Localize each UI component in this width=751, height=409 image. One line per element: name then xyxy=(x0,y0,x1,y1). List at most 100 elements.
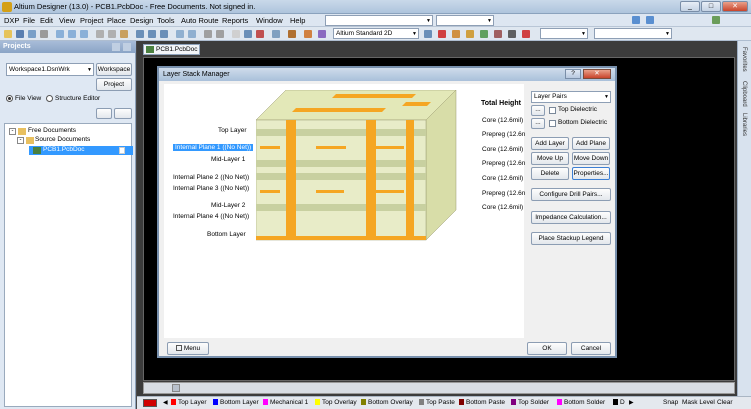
panel-menu-button[interactable] xyxy=(114,108,132,119)
minimize-button[interactable]: _ xyxy=(680,1,700,12)
layer-icon[interactable] xyxy=(424,30,432,38)
layer-label[interactable]: Internal Plane 2 ((No Net)) xyxy=(173,174,249,181)
layer-label[interactable]: Mid-Layer 2 xyxy=(211,202,245,209)
nav-back-icon[interactable] xyxy=(632,16,640,24)
menu-dxp[interactable]: DXP xyxy=(4,16,19,25)
panel-tool-button[interactable] xyxy=(96,108,112,119)
add-layer-button[interactable]: Add Layer xyxy=(531,137,569,150)
grid-icon[interactable] xyxy=(204,30,212,38)
scrollbar-thumb[interactable] xyxy=(172,384,180,392)
text-icon[interactable] xyxy=(522,30,530,38)
dialog-close-button[interactable]: ✕ xyxy=(583,69,611,79)
menu-project[interactable]: Project xyxy=(80,16,103,25)
layer-tab-top[interactable]: Top Layer xyxy=(171,399,207,406)
bottom-dielectric-checkbox[interactable] xyxy=(549,120,556,127)
layer-label[interactable]: Internal Plane 4 ((No Net)) xyxy=(173,213,249,220)
zoom-icon[interactable] xyxy=(56,30,64,38)
track-icon[interactable] xyxy=(438,30,446,38)
panel-pin-icon[interactable] xyxy=(112,43,120,51)
select-area-icon[interactable] xyxy=(232,30,240,38)
project-button[interactable]: Project xyxy=(96,78,132,91)
clipboard-tab[interactable]: Clipboard xyxy=(741,81,747,107)
move-up-button[interactable]: Move Up xyxy=(531,152,569,165)
fill-icon[interactable] xyxy=(508,30,516,38)
configure-drill-pairs-button[interactable]: Configure Drill Pairs... xyxy=(531,188,611,201)
clear-button[interactable]: Clear xyxy=(717,399,733,406)
add-plane-button[interactable]: Add Plane xyxy=(572,137,610,150)
scroll-right-icon[interactable]: ▶ xyxy=(629,399,634,406)
align-icon[interactable] xyxy=(160,30,168,38)
cancel-button[interactable]: Cancel xyxy=(571,342,611,355)
layer-label-selected[interactable]: Internal Plane 1 ((No Net)) xyxy=(173,144,254,151)
menu-window[interactable]: Window xyxy=(256,16,283,25)
tree-root[interactable]: Free Documents xyxy=(28,127,76,134)
layer-tab-bottom-overlay[interactable]: Bottom Overlay xyxy=(361,399,413,406)
menu-tools[interactable]: Tools xyxy=(157,16,175,25)
doc-tab[interactable]: PCB1.PcbDoc xyxy=(143,44,200,55)
rule-icon[interactable] xyxy=(318,30,326,38)
arc-icon[interactable] xyxy=(494,30,502,38)
deselect-icon[interactable] xyxy=(244,30,252,38)
menu-button[interactable]: Menu xyxy=(167,342,209,355)
collapse-icon[interactable]: - xyxy=(17,137,24,144)
place-stackup-legend-button[interactable]: Place Stackup Legend xyxy=(531,232,611,245)
via-icon[interactable] xyxy=(466,30,474,38)
scroll-left-icon[interactable]: ◀ xyxy=(163,399,168,406)
dialog-help-button[interactable]: ? xyxy=(565,69,581,79)
layer-label[interactable]: Internal Plane 3 ((No Net)) xyxy=(173,185,249,192)
snap-button[interactable]: Snap xyxy=(663,399,678,406)
layer-tab-top-overlay[interactable]: Top Overlay xyxy=(315,399,357,406)
menu-edit[interactable]: Edit xyxy=(40,16,53,25)
collapse-icon[interactable]: - xyxy=(9,128,16,135)
top-dielectric-props-button[interactable]: ... xyxy=(531,105,545,116)
workspace-button[interactable]: Workspace xyxy=(96,63,132,76)
layer-tab-mechanical1[interactable]: Mechanical 1 xyxy=(263,399,308,406)
zoom-area-icon[interactable] xyxy=(80,30,88,38)
tree-group[interactable]: Source Documents xyxy=(35,136,90,143)
impedance-calculation-button[interactable]: Impedance Calculation... xyxy=(531,211,611,224)
file-view-radio[interactable] xyxy=(6,95,13,102)
menu-place[interactable]: Place xyxy=(107,16,126,25)
ok-button[interactable]: OK xyxy=(527,342,567,355)
paste-icon[interactable] xyxy=(120,30,128,38)
menu-design[interactable]: Design xyxy=(130,16,153,25)
stack-type-combo[interactable]: Layer Pairs ▼ xyxy=(531,91,611,103)
select-icon[interactable] xyxy=(136,30,144,38)
toolbar-combo-2[interactable]: ▼ xyxy=(540,28,588,39)
home-icon[interactable] xyxy=(712,16,720,24)
libraries-tab[interactable]: Libraries xyxy=(741,113,747,136)
layer-tab-d[interactable]: D xyxy=(613,399,625,406)
current-layer-swatch[interactable] xyxy=(143,399,157,407)
menu-reports[interactable]: Reports xyxy=(222,16,248,25)
menu-auto-route[interactable]: Auto Route xyxy=(181,16,219,25)
panel-close-icon[interactable] xyxy=(123,43,131,51)
layer-tab-bottom-paste[interactable]: Bottom Paste xyxy=(459,399,505,406)
redo-icon[interactable] xyxy=(188,30,196,38)
cut-icon[interactable] xyxy=(96,30,104,38)
tree-doc[interactable]: PCB1.PcbDoc xyxy=(43,146,85,153)
menu-combo[interactable]: ▼ xyxy=(325,15,433,26)
nav-forward-icon[interactable] xyxy=(646,16,654,24)
layer-tab-top-solder[interactable]: Top Solder xyxy=(511,399,549,406)
layer-tab-bottom-solder[interactable]: Bottom Solder xyxy=(557,399,605,406)
close-button[interactable]: ✕ xyxy=(722,1,748,12)
menu-file[interactable]: File xyxy=(23,16,35,25)
move-down-button[interactable]: Move Down xyxy=(572,152,610,165)
filter-icon[interactable] xyxy=(272,30,280,38)
structure-editor-radio[interactable] xyxy=(46,95,53,102)
layer-label[interactable]: Mid-Layer 1 xyxy=(211,156,245,163)
layer-tab-bottom[interactable]: Bottom Layer xyxy=(213,399,259,406)
pad-icon[interactable] xyxy=(452,30,460,38)
clear-icon[interactable] xyxy=(256,30,264,38)
snap-icon[interactable] xyxy=(216,30,224,38)
menu-view[interactable]: View xyxy=(59,16,75,25)
layer-label[interactable]: Top Layer xyxy=(218,127,247,134)
move-icon[interactable] xyxy=(148,30,156,38)
delete-button[interactable]: Delete xyxy=(531,167,569,180)
top-dielectric-checkbox[interactable] xyxy=(549,107,556,114)
layer-tab-top-paste[interactable]: Top Paste xyxy=(419,399,455,406)
mask-level-button[interactable]: Mask Level xyxy=(682,399,715,406)
menu-help[interactable]: Help xyxy=(290,16,305,25)
menu-combo-2[interactable]: ▼ xyxy=(436,15,494,26)
polygon-icon[interactable] xyxy=(480,30,488,38)
